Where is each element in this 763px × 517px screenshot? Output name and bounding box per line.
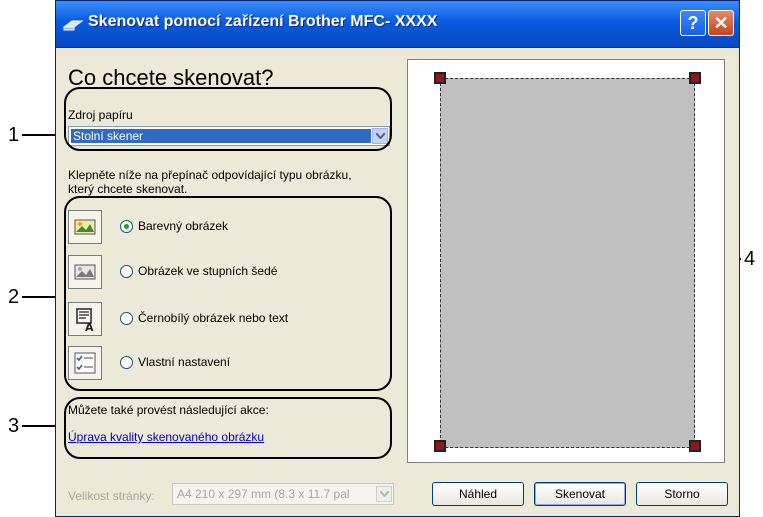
page-size-label: Velikost stránky: (68, 489, 155, 503)
scan-button[interactable]: Skenovat (534, 482, 626, 506)
instruction-line-2: který chcete skenovat. (68, 182, 188, 196)
instruction-line-1: Klepněte níže na přepínač odpovídající t… (68, 168, 352, 182)
scanner-icon (62, 20, 84, 31)
crop-handle-bottom-left[interactable] (434, 440, 446, 452)
chevron-down-icon[interactable] (376, 486, 392, 502)
scan-dialog: Skenovat pomocí zařízení Brother MFC- XX… (55, 0, 740, 517)
crop-handle-top-left[interactable] (434, 72, 446, 84)
preview-button[interactable]: Náhled (432, 482, 524, 506)
preview-frame (407, 59, 725, 463)
title-bar[interactable]: Skenovat pomocí zařízení Brother MFC- XX… (56, 1, 739, 48)
callout-4: 4 (744, 248, 756, 270)
page-size-dropdown[interactable]: A4 210 x 297 mm (8.3 x 11.7 pal (172, 483, 394, 505)
outline-extra-actions (64, 397, 392, 459)
close-button[interactable]: ✕ (708, 10, 734, 36)
window-title: Skenovat pomocí zařízení Brother MFC- XX… (88, 13, 438, 30)
callout-1: 1 (8, 124, 20, 146)
callout-2: 2 (8, 286, 20, 308)
cancel-button[interactable]: Storno (636, 482, 728, 506)
outline-scan-types (64, 196, 392, 391)
help-button[interactable]: ? (680, 10, 706, 36)
crop-handle-bottom-right[interactable] (689, 440, 701, 452)
scan-preview-area[interactable] (440, 78, 695, 448)
crop-handle-top-right[interactable] (689, 72, 701, 84)
outline-paper-source (64, 87, 392, 151)
page-size-value: A4 210 x 297 mm (8.3 x 11.7 pal (177, 487, 350, 501)
callout-3: 3 (8, 415, 20, 437)
